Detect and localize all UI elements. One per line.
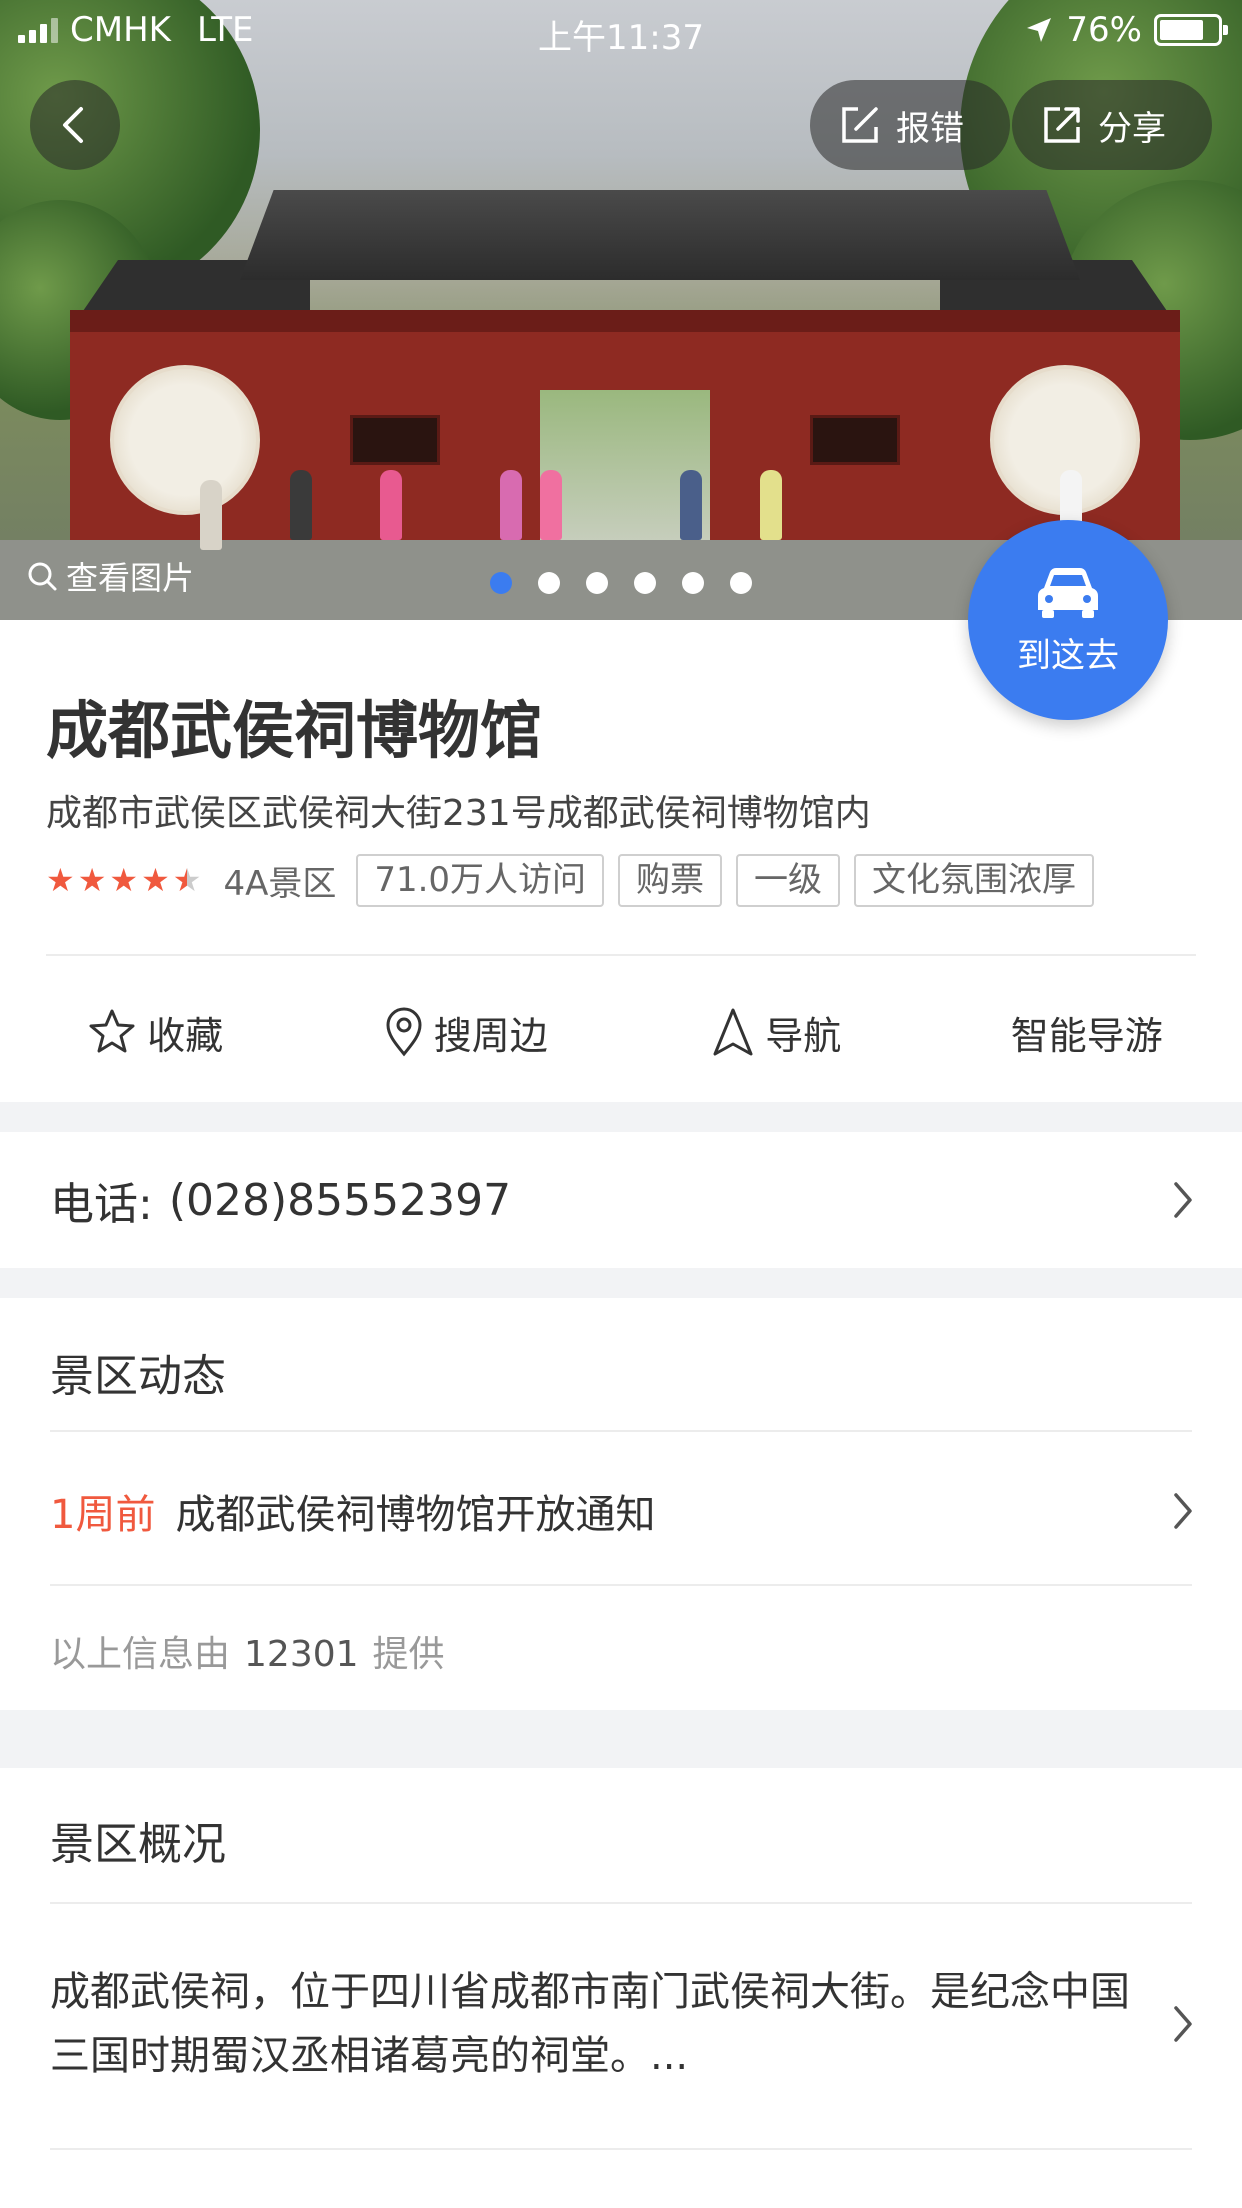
star-icon: ★ (141, 861, 170, 900)
section-gap (0, 1102, 1242, 1132)
battery-percent: 76% (1066, 10, 1142, 50)
navigate-button[interactable]: 导航 (621, 962, 932, 1102)
news-section-title: 景区动态 (50, 1351, 226, 1402)
section-gap (0, 1268, 1242, 1298)
news-text: 成都武侯祠博物馆开放通知 (175, 1492, 656, 1538)
carousel-dot[interactable] (586, 572, 608, 594)
favorite-button[interactable]: 收藏 (0, 962, 311, 1102)
source-suffix: 提供 (372, 1634, 445, 1675)
divider (50, 1430, 1192, 1432)
culture-tag: 文化氛围浓厚 (854, 854, 1095, 907)
chevron-right-icon (1174, 1182, 1192, 1218)
navigation-arrow-icon (713, 1008, 753, 1056)
star-icon: ★ (109, 861, 139, 900)
carousel-dot[interactable] (538, 572, 560, 594)
share-icon (1044, 107, 1080, 143)
battery-icon (1154, 14, 1228, 46)
place-title: 成都武侯祠博物馆 (46, 694, 543, 767)
go-there-button[interactable]: 到这去 (968, 520, 1168, 720)
go-there-label: 到这去 (1017, 635, 1119, 676)
news-time: 1周前 (50, 1492, 156, 1538)
nearby-label: 搜周边 (433, 1013, 548, 1058)
view-photos-link[interactable]: 查看图片 (26, 553, 194, 599)
divider (50, 1902, 1192, 1904)
phone-label: 电话: (50, 1179, 153, 1230)
scenic-level: 4A景区 (223, 863, 337, 904)
location-pin-icon (386, 1007, 422, 1057)
favorite-label: 收藏 (147, 1013, 224, 1058)
rating-stars: ★ ★ ★ ★ ★ (46, 864, 201, 896)
nearby-search-button[interactable]: 搜周边 (311, 962, 622, 1102)
view-photos-label: 查看图片 (66, 559, 195, 597)
news-item[interactable]: 1周前 成都武侯祠博物馆开放通知 (0, 1436, 1242, 1586)
action-bar: 收藏 搜周边 导航 智能导游 (0, 962, 1242, 1102)
carousel-dot[interactable] (730, 572, 752, 594)
star-icon: ★ (46, 861, 75, 900)
share-label: 分享 (1098, 108, 1166, 149)
phone-row[interactable]: 电话: (028)85552397 (0, 1132, 1242, 1268)
source-id: 12301 (244, 1634, 359, 1675)
share-button[interactable]: 分享 (1012, 80, 1212, 170)
location-arrow-icon (1027, 18, 1052, 42)
source-note: 以上信息由 12301 提供 (50, 1625, 445, 1677)
half-star-icon: ★ (172, 861, 202, 900)
carousel-dot[interactable] (490, 572, 512, 594)
grade-tag: 一级 (736, 854, 841, 907)
star-icon: ★ (77, 861, 107, 900)
smart-guide-label: 智能导游 (1010, 1013, 1163, 1058)
chevron-right-icon (1174, 1493, 1192, 1529)
chevron-right-icon (1174, 2006, 1192, 2042)
report-error-button[interactable]: 报错 (810, 80, 1010, 170)
place-address: 成都市武侯区武侯祠大街231号成都武侯祠博物馆内 (46, 793, 871, 834)
star-outline-icon (89, 1009, 135, 1053)
status-bar: CMHK LTE 上午11:37 76% (0, 0, 1242, 60)
visit-count-tag: 71.0万人访问 (356, 854, 605, 907)
chevron-left-icon (63, 107, 83, 143)
carousel-dot[interactable] (634, 572, 656, 594)
search-icon (28, 562, 57, 591)
report-label: 报错 (896, 108, 964, 149)
divider (46, 954, 1196, 956)
source-prefix: 以上信息由 (50, 1634, 231, 1675)
back-button[interactable] (30, 80, 120, 170)
edit-icon (842, 107, 878, 143)
carousel-dot[interactable] (682, 572, 704, 594)
section-gap (0, 1710, 1242, 1768)
carousel-dots (490, 572, 752, 594)
overview-text[interactable]: 成都武侯祠，位于四川省成都市南门武侯祠大街。是纪念中国三国时期蜀汉丞相诸葛亮的祠… (50, 1960, 1130, 2088)
car-icon (1038, 567, 1098, 618)
divider (50, 1584, 1192, 1586)
smart-guide-button[interactable]: 智能导游 (932, 962, 1242, 1102)
phone-number: (028)85552397 (168, 1174, 512, 1226)
place-tags: ★ ★ ★ ★ ★ 4A景区 71.0万人访问 购票 一级 文化氛围浓厚 (46, 854, 1095, 907)
ticket-tag[interactable]: 购票 (618, 854, 723, 907)
overview-section-title: 景区概况 (50, 1819, 226, 1870)
navigate-label: 导航 (765, 1013, 842, 1058)
divider (50, 2148, 1192, 2150)
